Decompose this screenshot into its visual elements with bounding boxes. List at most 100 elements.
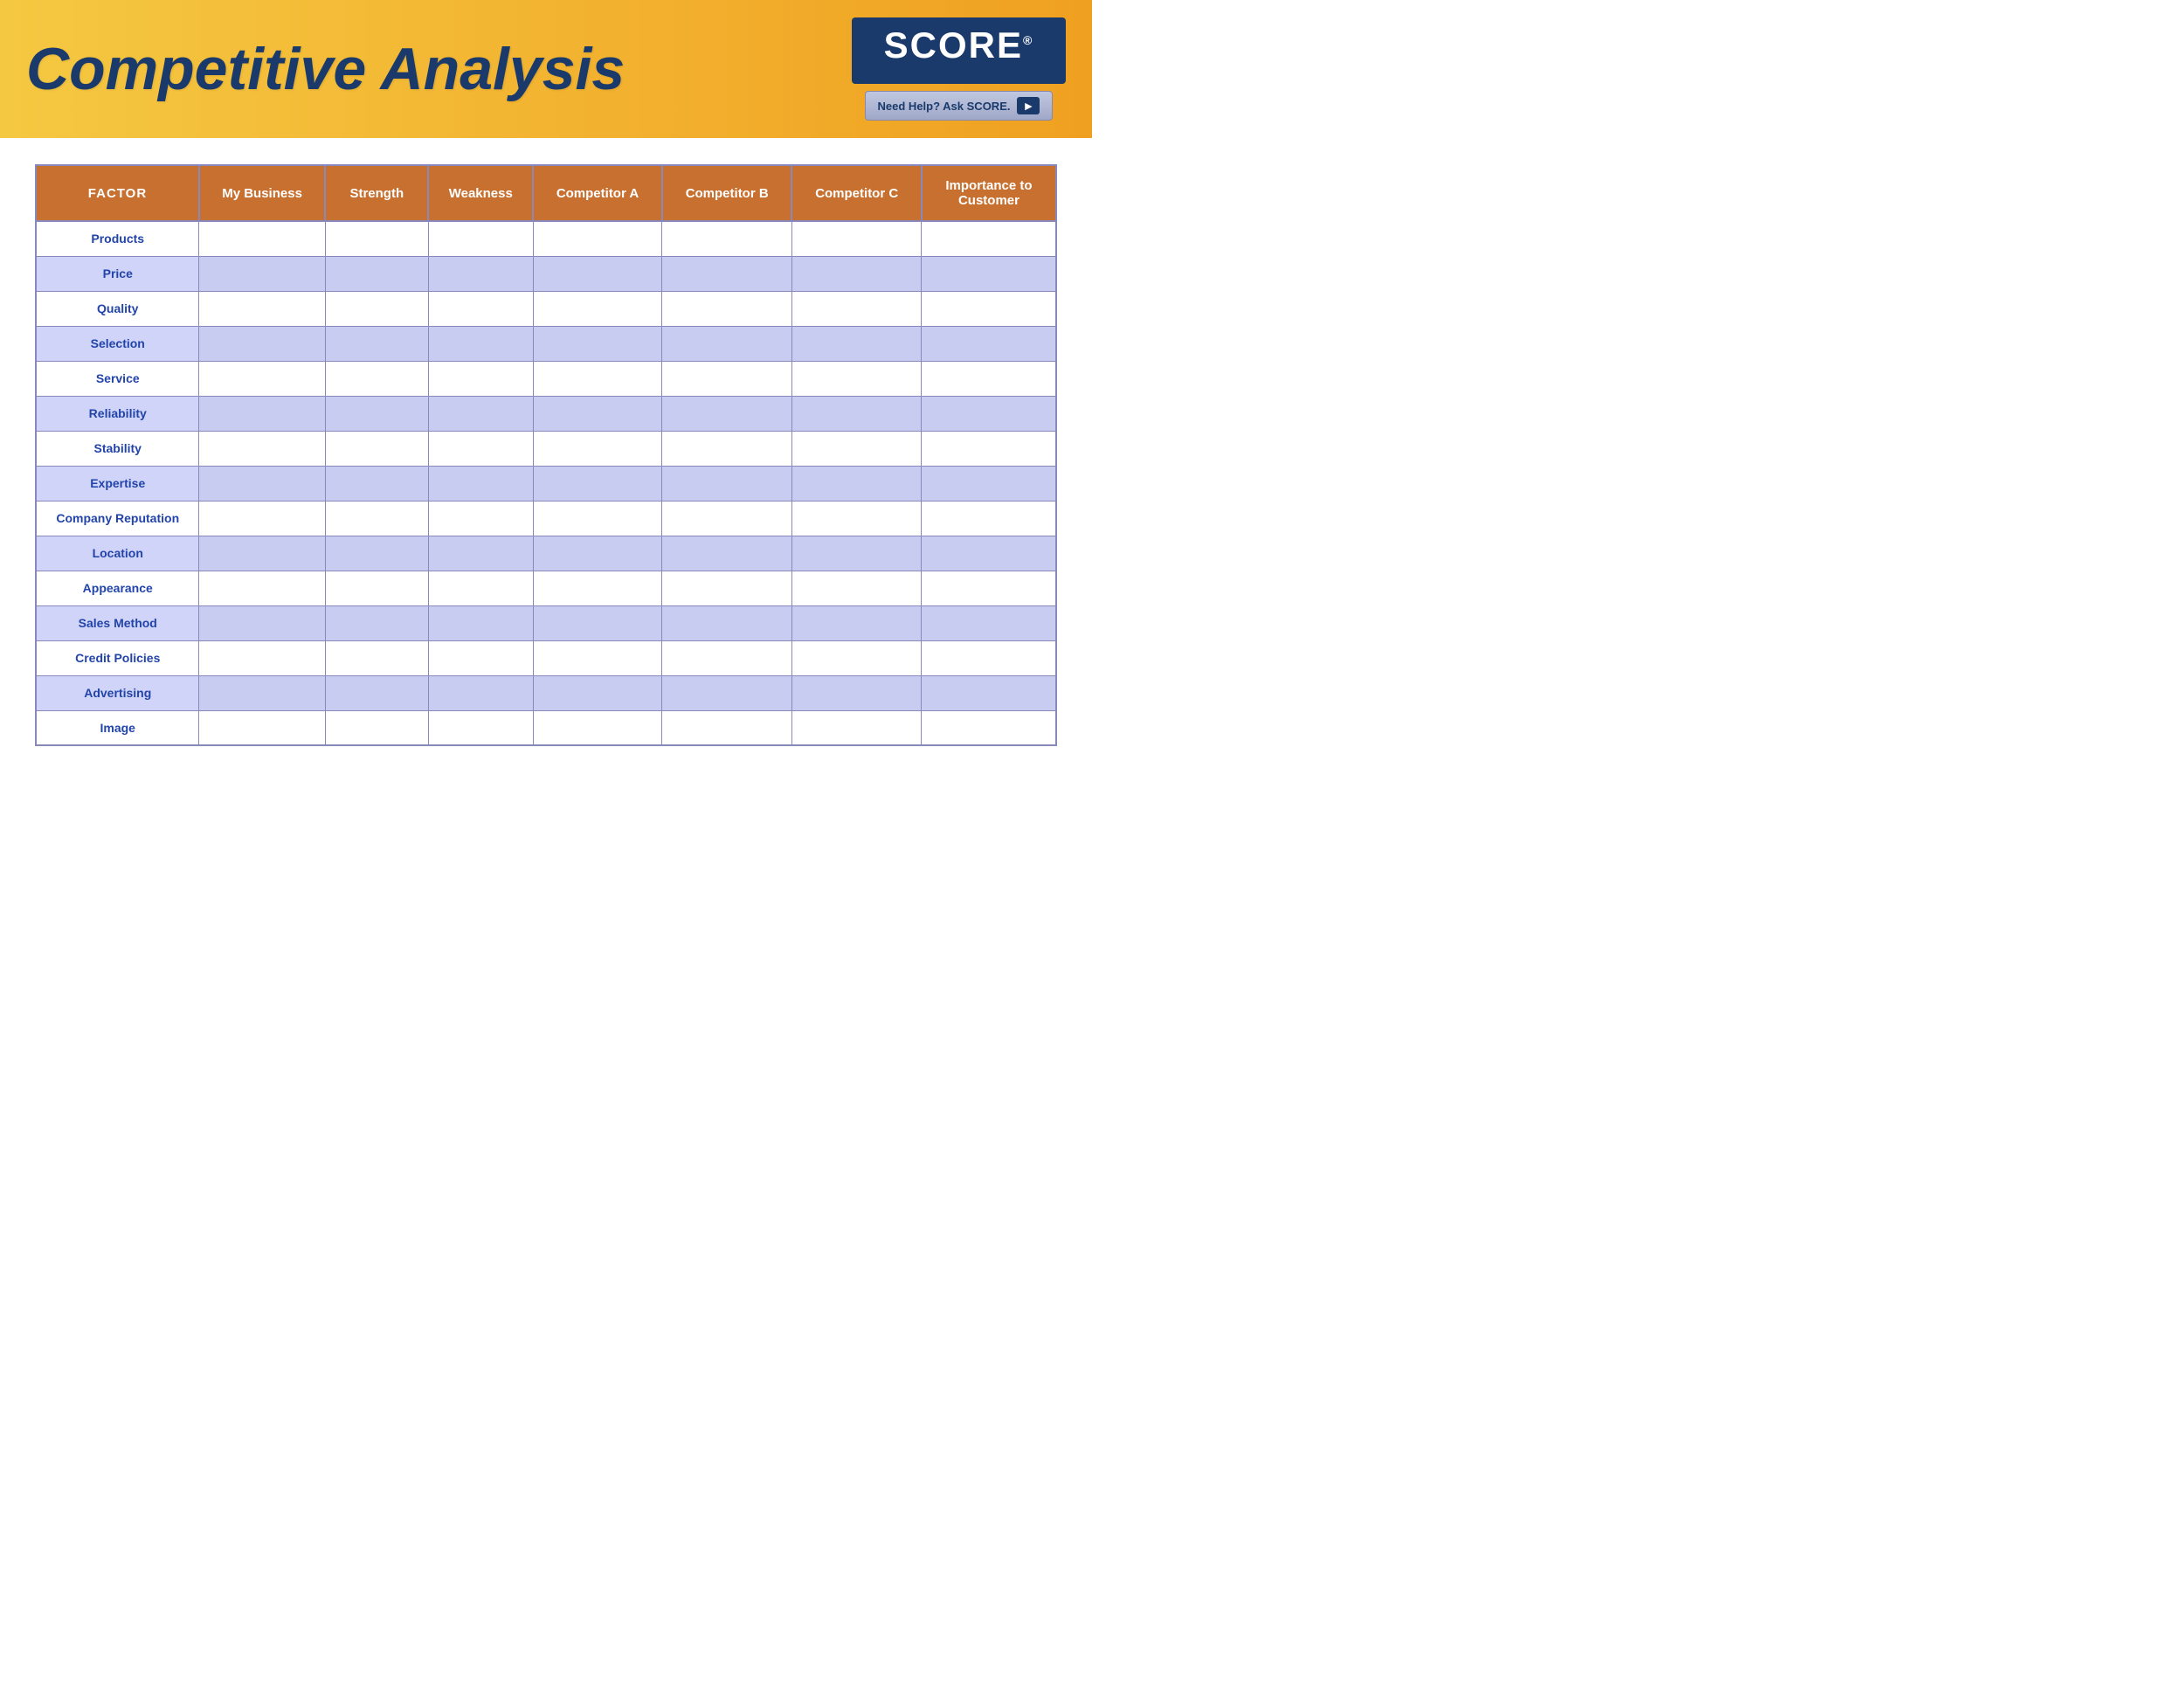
data-cell[interactable] <box>428 675 533 710</box>
data-cell[interactable] <box>533 640 662 675</box>
data-cell[interactable] <box>662 571 792 605</box>
data-cell[interactable] <box>325 501 428 536</box>
data-cell[interactable] <box>662 710 792 745</box>
data-cell[interactable] <box>428 361 533 396</box>
data-cell[interactable] <box>199 291 325 326</box>
data-cell[interactable] <box>325 431 428 466</box>
data-cell[interactable] <box>791 326 922 361</box>
data-cell[interactable] <box>922 675 1056 710</box>
data-cell[interactable] <box>428 466 533 501</box>
data-cell[interactable] <box>199 605 325 640</box>
data-cell[interactable] <box>922 571 1056 605</box>
data-cell[interactable] <box>922 536 1056 571</box>
data-cell[interactable] <box>199 221 325 256</box>
data-cell[interactable] <box>662 466 792 501</box>
data-cell[interactable] <box>325 291 428 326</box>
data-cell[interactable] <box>533 710 662 745</box>
data-cell[interactable] <box>662 675 792 710</box>
data-cell[interactable] <box>922 256 1056 291</box>
data-cell[interactable] <box>922 431 1056 466</box>
data-cell[interactable] <box>428 431 533 466</box>
data-cell[interactable] <box>922 466 1056 501</box>
data-cell[interactable] <box>791 256 922 291</box>
data-cell[interactable] <box>791 640 922 675</box>
data-cell[interactable] <box>791 466 922 501</box>
data-cell[interactable] <box>922 326 1056 361</box>
data-cell[interactable] <box>922 640 1056 675</box>
data-cell[interactable] <box>922 710 1056 745</box>
data-cell[interactable] <box>325 466 428 501</box>
data-cell[interactable] <box>428 221 533 256</box>
data-cell[interactable] <box>428 640 533 675</box>
data-cell[interactable] <box>199 396 325 431</box>
data-cell[interactable] <box>325 605 428 640</box>
data-cell[interactable] <box>791 291 922 326</box>
data-cell[interactable] <box>428 396 533 431</box>
data-cell[interactable] <box>199 361 325 396</box>
data-cell[interactable] <box>791 571 922 605</box>
data-cell[interactable] <box>428 326 533 361</box>
data-cell[interactable] <box>428 605 533 640</box>
data-cell[interactable] <box>662 501 792 536</box>
data-cell[interactable] <box>533 466 662 501</box>
data-cell[interactable] <box>791 536 922 571</box>
data-cell[interactable] <box>922 291 1056 326</box>
help-button[interactable]: Need Help? Ask SCORE. ► <box>865 91 1054 121</box>
data-cell[interactable] <box>199 536 325 571</box>
data-cell[interactable] <box>533 605 662 640</box>
data-cell[interactable] <box>533 675 662 710</box>
data-cell[interactable] <box>325 396 428 431</box>
data-cell[interactable] <box>199 466 325 501</box>
data-cell[interactable] <box>922 501 1056 536</box>
data-cell[interactable] <box>791 361 922 396</box>
data-cell[interactable] <box>428 256 533 291</box>
data-cell[interactable] <box>428 291 533 326</box>
data-cell[interactable] <box>533 291 662 326</box>
data-cell[interactable] <box>533 361 662 396</box>
data-cell[interactable] <box>922 605 1056 640</box>
data-cell[interactable] <box>199 431 325 466</box>
data-cell[interactable] <box>325 640 428 675</box>
data-cell[interactable] <box>325 571 428 605</box>
data-cell[interactable] <box>662 396 792 431</box>
data-cell[interactable] <box>325 536 428 571</box>
data-cell[interactable] <box>428 571 533 605</box>
data-cell[interactable] <box>325 675 428 710</box>
data-cell[interactable] <box>662 326 792 361</box>
data-cell[interactable] <box>533 501 662 536</box>
data-cell[interactable] <box>325 361 428 396</box>
data-cell[interactable] <box>791 605 922 640</box>
data-cell[interactable] <box>662 361 792 396</box>
data-cell[interactable] <box>922 361 1056 396</box>
data-cell[interactable] <box>428 501 533 536</box>
data-cell[interactable] <box>791 710 922 745</box>
data-cell[interactable] <box>533 326 662 361</box>
data-cell[interactable] <box>199 326 325 361</box>
data-cell[interactable] <box>662 605 792 640</box>
data-cell[interactable] <box>662 221 792 256</box>
data-cell[interactable] <box>199 640 325 675</box>
data-cell[interactable] <box>533 221 662 256</box>
data-cell[interactable] <box>533 571 662 605</box>
data-cell[interactable] <box>325 221 428 256</box>
data-cell[interactable] <box>533 396 662 431</box>
data-cell[interactable] <box>791 675 922 710</box>
data-cell[interactable] <box>199 710 325 745</box>
data-cell[interactable] <box>199 501 325 536</box>
data-cell[interactable] <box>662 640 792 675</box>
data-cell[interactable] <box>533 431 662 466</box>
data-cell[interactable] <box>922 396 1056 431</box>
data-cell[interactable] <box>325 326 428 361</box>
data-cell[interactable] <box>791 501 922 536</box>
data-cell[interactable] <box>922 221 1056 256</box>
data-cell[interactable] <box>791 221 922 256</box>
data-cell[interactable] <box>325 710 428 745</box>
data-cell[interactable] <box>533 536 662 571</box>
data-cell[interactable] <box>199 256 325 291</box>
data-cell[interactable] <box>428 536 533 571</box>
data-cell[interactable] <box>199 675 325 710</box>
data-cell[interactable] <box>662 291 792 326</box>
data-cell[interactable] <box>325 256 428 291</box>
data-cell[interactable] <box>533 256 662 291</box>
data-cell[interactable] <box>662 431 792 466</box>
